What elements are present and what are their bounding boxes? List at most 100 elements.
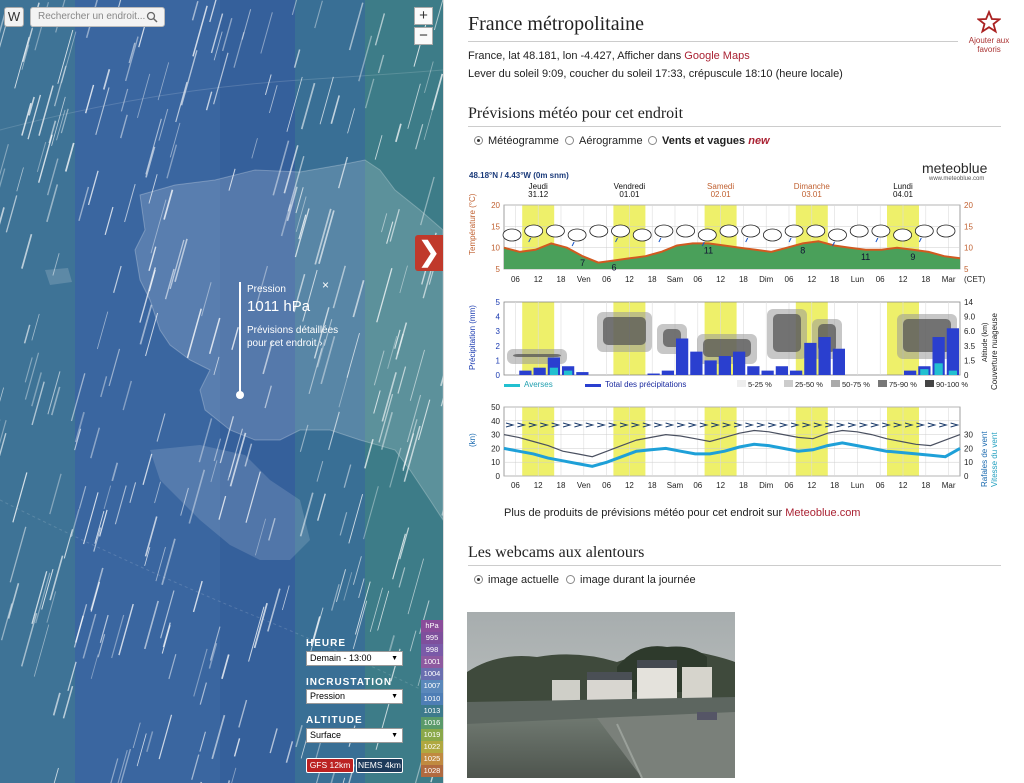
wind-streak <box>90 567 104 611</box>
x-tick-label: 06 <box>511 275 520 284</box>
wind-streak <box>120 748 132 783</box>
wind-streak <box>198 418 213 463</box>
precipitation-bar <box>576 372 589 375</box>
y-tick-label: 0 <box>496 472 501 481</box>
wind-streak <box>293 49 301 68</box>
wind-arrow-icon <box>562 422 572 428</box>
zoom-in-button[interactable]: + <box>414 7 433 25</box>
wind-streak <box>285 741 294 763</box>
zoom-out-button[interactable]: − <box>414 27 433 45</box>
meteogram[interactable]: 48.18°N / 4.43°W (0m snm) meteobluewww.me… <box>467 159 1007 499</box>
wind-streak <box>124 36 139 82</box>
wind-streak <box>90 427 101 459</box>
wind-streak <box>399 527 410 560</box>
wind-streak <box>286 76 303 132</box>
meteoblue-logo: meteoblue <box>922 160 988 176</box>
popup-label: Pression <box>247 284 286 295</box>
wind-streak <box>52 253 60 276</box>
radio-aerogram[interactable]: Aérogramme <box>565 135 643 147</box>
radio-current-image[interactable]: image actuelle <box>474 574 559 586</box>
wind-streak <box>16 167 24 192</box>
wind-streak <box>245 471 261 523</box>
wind-streak <box>51 96 66 147</box>
wind-streak <box>93 527 102 552</box>
y-tick-label: 20 <box>491 444 500 453</box>
radio-empty-icon <box>566 575 575 584</box>
wind-streak <box>186 308 202 359</box>
wind-arrow-icon <box>574 422 584 428</box>
wind-arrow-icon <box>950 422 960 428</box>
altitude-select[interactable]: Surface ▼ <box>306 728 403 743</box>
y-tick-label: 4 <box>496 313 501 322</box>
x-tick-label: 12 <box>899 481 908 490</box>
x-tick-label: Dim <box>759 275 774 284</box>
legend-item: 1007 <box>421 680 443 693</box>
incrustation-select[interactable]: Pression ▼ <box>306 689 403 704</box>
x-tick-label: 06 <box>602 275 611 284</box>
panel-toggle-button[interactable]: ❯ <box>415 235 443 271</box>
wind-streak <box>358 35 373 82</box>
x-tick-label: 12 <box>807 275 816 284</box>
wind-streak <box>376 268 393 323</box>
app-logo-button[interactable]: W <box>4 7 24 27</box>
precipitation-bar <box>676 338 689 375</box>
rain-drop-icon <box>918 237 922 243</box>
wind-streak <box>213 438 222 462</box>
wind-arrow-icon <box>597 422 607 428</box>
wind-streak <box>409 630 417 652</box>
radio-day-image[interactable]: image durant la journée <box>566 574 696 586</box>
wind-streak <box>364 438 374 469</box>
day-date: 03.01 <box>802 190 823 199</box>
wind-streak <box>286 186 298 222</box>
model-gfs-button[interactable]: GFS 12km <box>306 758 354 773</box>
cloud-icon <box>784 224 804 238</box>
wind-streak <box>188 469 206 524</box>
wind-streak <box>90 654 99 679</box>
x-tick-label: 18 <box>648 481 657 490</box>
weather-map[interactable]: W Rechercher un endroit... + − Pression … <box>0 0 443 783</box>
coordinates-text: France, lat 48.181, lon -4.427, Afficher… <box>468 50 750 62</box>
search-input[interactable]: Rechercher un endroit... <box>30 7 165 27</box>
y2-tick-label: 0 <box>964 472 969 481</box>
precipitation-bar <box>661 370 674 375</box>
webcam-image[interactable] <box>467 612 735 778</box>
cloud-icon <box>697 228 717 242</box>
y-tick-label: 20 <box>964 201 973 210</box>
legend-item: 1013 <box>421 704 443 717</box>
rain-drop-icon <box>788 237 792 243</box>
wind-streak <box>136 733 147 767</box>
wind-streak <box>139 304 153 345</box>
wind-streak <box>211 714 226 760</box>
precipitation-bar <box>818 337 831 375</box>
wind-streak <box>231 327 239 351</box>
close-icon[interactable]: × <box>322 278 329 292</box>
wind-streak <box>154 481 161 504</box>
wind-streak <box>352 556 362 585</box>
google-maps-link[interactable]: Google Maps <box>684 50 749 62</box>
precipitation-bar <box>690 351 703 375</box>
wind-streak <box>295 725 303 748</box>
radio-wind-waves[interactable]: Vents et vagues new <box>648 135 770 147</box>
wind-streak <box>100 376 108 398</box>
wind-streak <box>124 184 136 223</box>
add-favorite-button[interactable]: Ajouter aux favoris <box>964 10 1014 54</box>
wind-streak <box>96 311 109 350</box>
dropdown-arrow-icon: ▼ <box>391 655 398 662</box>
wind-streak <box>199 682 207 705</box>
legend-item: 995 <box>421 632 443 645</box>
x-tick-label: 06 <box>602 481 611 490</box>
meteoblue-link[interactable]: Meteoblue.com <box>785 507 860 519</box>
wind-arrow-icon <box>836 422 846 428</box>
rain-drop-icon <box>658 237 662 243</box>
wind-streak <box>157 62 170 101</box>
wind-streak <box>180 50 198 106</box>
temperature-value-label: 6 <box>612 262 617 272</box>
heure-select[interactable]: Demain - 13:00 ▼ <box>306 651 403 666</box>
radio-meteogram[interactable]: Météogramme <box>474 135 559 147</box>
model-nems-button[interactable]: NEMS 4km <box>356 758 403 773</box>
wind-streak <box>314 208 332 265</box>
location-marker[interactable] <box>236 391 244 399</box>
popup-details-link[interactable]: Prévisions détaillées pour cet endroit › <box>247 324 342 350</box>
wind-streak <box>294 208 310 258</box>
wind-streak <box>210 13 224 54</box>
